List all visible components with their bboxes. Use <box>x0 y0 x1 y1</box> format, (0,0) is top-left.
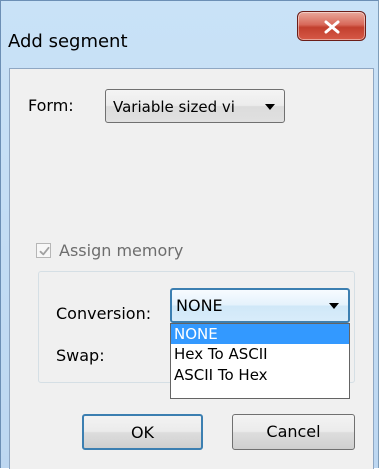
ok-button-label: OK <box>130 423 155 442</box>
close-icon <box>324 20 340 34</box>
ok-button[interactable]: OK <box>82 414 203 450</box>
conversion-dropdown-list: NONE Hex To ASCII ASCII To Hex <box>170 323 350 399</box>
dropdown-option-ascii-to-hex[interactable]: ASCII To Hex <box>171 365 349 385</box>
assign-memory-checkbox[interactable] <box>36 243 51 258</box>
close-button[interactable] <box>297 11 366 41</box>
dialog-client-area <box>9 68 374 469</box>
cancel-button-label: Cancel <box>266 422 321 441</box>
swap-label: Swap: <box>56 346 105 365</box>
dropdown-option-hex-to-ascii[interactable]: Hex To ASCII <box>171 344 349 364</box>
conversion-select-value: NONE <box>176 296 223 315</box>
assign-memory-label: Assign memory <box>59 241 184 260</box>
checkmark-icon <box>39 246 50 256</box>
conversion-label: Conversion: <box>56 304 152 323</box>
dialog-window: Add segment Form: Variable sized vi Assi… <box>0 0 379 469</box>
chevron-down-icon <box>265 104 275 110</box>
form-label: Form: <box>28 96 74 115</box>
dialog-title: Add segment <box>8 31 128 52</box>
assign-memory-row[interactable]: Assign memory <box>36 241 216 261</box>
dropdown-option-none[interactable]: NONE <box>171 324 349 344</box>
conversion-select[interactable]: NONE <box>170 288 350 323</box>
form-select[interactable]: Variable sized vi <box>105 89 285 123</box>
cancel-button[interactable]: Cancel <box>232 414 355 450</box>
form-select-value: Variable sized vi <box>113 98 235 116</box>
chevron-down-icon <box>329 303 339 309</box>
